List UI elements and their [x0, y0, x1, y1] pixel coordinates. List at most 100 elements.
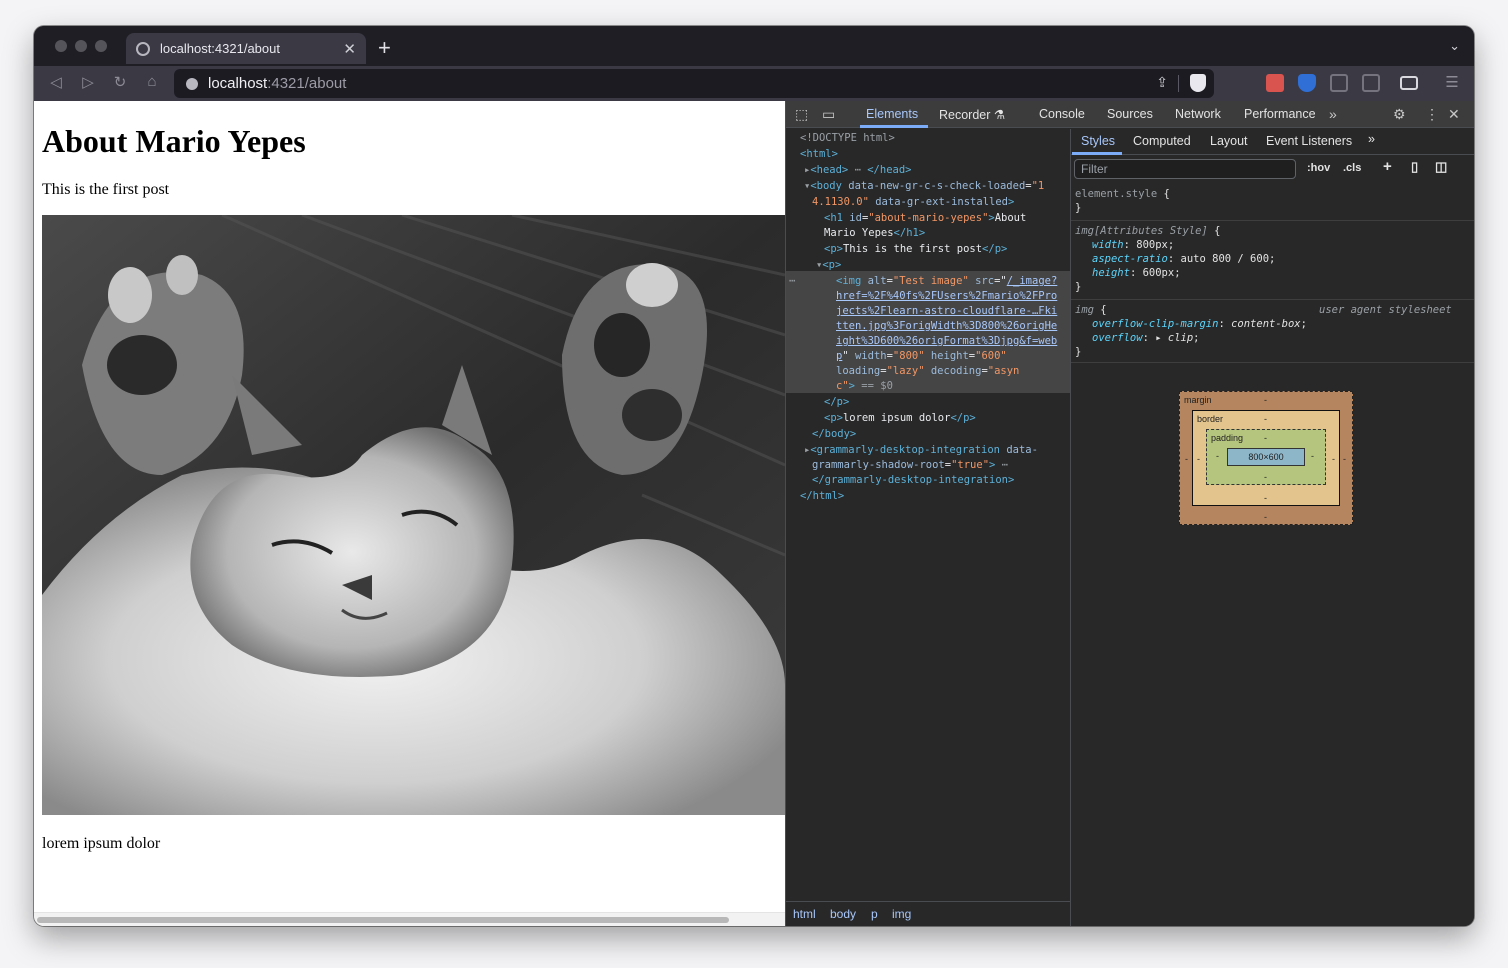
dom-doctype[interactable]: <!DOCTYPE html> — [800, 131, 895, 147]
tab-recorder[interactable]: Recorder ⚗ — [939, 107, 1005, 122]
prop-overflow-clip-margin[interactable]: overflow-clip-margin: content-box; — [1092, 317, 1307, 331]
box-model-border-label: border — [1197, 414, 1224, 424]
devtools-panel: ⬚ ▭ Elements Recorder ⚗ Console Sources … — [785, 101, 1474, 926]
dom-h1-cont: Mario Yepes</h1> — [824, 227, 926, 239]
breadcrumb-body[interactable]: body — [830, 907, 856, 921]
browser-window: localhost:4321/about ✕ + ⌄ ◁ ▷ ↻ ⌂ local… — [34, 26, 1474, 926]
class-toggle[interactable]: .cls — [1343, 162, 1361, 174]
tab-list-chevron-icon[interactable]: ⌄ — [1449, 38, 1460, 54]
prop-aspect-ratio[interactable]: aspect-ratio: auto 800 / 600; — [1092, 252, 1275, 266]
dom-body-close[interactable]: </body> — [812, 427, 856, 443]
prop-overflow[interactable]: overflow: ▸ clip; — [1092, 331, 1200, 345]
styles-tab-bar: Styles Computed Layout Event Listeners » — [1071, 129, 1474, 155]
box-model-content[interactable]: 800×600 — [1227, 448, 1305, 466]
settings-gear-icon[interactable]: ⚙ — [1393, 106, 1406, 123]
url-host: localhost — [208, 75, 268, 92]
styles-tab-indicator — [1072, 152, 1122, 155]
rule-element-style: element.style { } — [1071, 185, 1474, 221]
tab-performance[interactable]: Performance — [1244, 107, 1316, 121]
rule-user-agent-img: img { user agent stylesheet overflow-cli… — [1071, 301, 1474, 363]
browser-tab[interactable]: localhost:4321/about ✕ — [126, 33, 366, 64]
dom-img-src-2[interactable]: href=%2F%40fs%2FUsers%2Fmario%2FPro — [836, 289, 1057, 305]
brave-shields-icon[interactable] — [1190, 74, 1206, 92]
window-minimize-button[interactable] — [75, 40, 87, 52]
dom-head[interactable]: ▸<head> ⋯ </head> — [804, 163, 912, 179]
dom-p-image[interactable]: ▾<p> — [816, 258, 841, 274]
forward-icon[interactable]: ▷ — [78, 73, 98, 91]
dom-img-src-5[interactable]: ight%3D600%26origFormat%3Djpg&f=web — [836, 334, 1057, 350]
todoist-extension-icon[interactable] — [1266, 74, 1284, 92]
dom-grammarly-close: </grammarly-desktop-integration> — [812, 474, 1015, 486]
more-styles-tabs-icon[interactable]: » — [1368, 132, 1375, 146]
dom-p-lorem[interactable]: <p>lorem ipsum dolor</p> — [824, 411, 976, 427]
address-bar[interactable]: localhost:4321/about ⇪ — [174, 69, 1214, 98]
dom-html[interactable]: <html> — [800, 147, 838, 163]
dom-img-attrs: loading="lazy" decoding="asyn — [836, 365, 1020, 377]
toggle-sidebar-icon[interactable]: ◫ — [1435, 159, 1447, 175]
tab-styles[interactable]: Styles — [1081, 134, 1115, 148]
tab-computed[interactable]: Computed — [1133, 134, 1191, 148]
extensions-puzzle-icon[interactable] — [1330, 74, 1348, 92]
bitwarden-extension-icon[interactable] — [1298, 74, 1316, 92]
box-model-border: border - - - - padding - - - - 800×600 — [1192, 410, 1340, 506]
new-tab-button[interactable]: + — [378, 35, 391, 61]
dom-grammarly[interactable]: ▸<grammarly-desktop-integration data- — [804, 443, 1038, 459]
prop-width[interactable]: width: 800px; — [1092, 238, 1174, 252]
site-info-icon[interactable] — [186, 77, 198, 90]
tab-elements[interactable]: Elements — [866, 107, 918, 121]
prop-height[interactable]: height: 600px; — [1092, 266, 1181, 280]
close-tab-icon[interactable]: ✕ — [343, 40, 356, 58]
breadcrumb-img[interactable]: img — [892, 907, 911, 921]
tab-sources[interactable]: Sources — [1107, 107, 1153, 121]
paint-brush-icon[interactable]: ▯ — [1411, 159, 1418, 175]
dom-img[interactable]: <img alt="Test image" src="/_image? — [836, 274, 1057, 290]
dom-p-close[interactable]: </p> — [824, 395, 849, 411]
horizontal-scrollbar[interactable] — [34, 912, 785, 926]
url-path: :4321/about — [267, 75, 347, 92]
sidebar-toggle-icon[interactable] — [1362, 74, 1380, 92]
active-tab-indicator — [860, 125, 928, 128]
dom-ellipsis-icon[interactable]: ⋯ — [789, 274, 795, 290]
dom-html-close[interactable]: </html> — [800, 489, 844, 505]
kebab-menu-icon[interactable]: ⋮ — [1425, 106, 1439, 123]
user-agent-stylesheet-label: user agent stylesheet — [1319, 304, 1452, 316]
new-style-rule-icon[interactable]: + — [1383, 158, 1392, 175]
tab-layout[interactable]: Layout — [1210, 134, 1248, 148]
tab-title: localhost:4321/about — [160, 41, 280, 56]
kitten-image — [42, 215, 785, 815]
first-paragraph: This is the first post — [42, 181, 170, 198]
dom-img-src-3[interactable]: jects%2Flearn-astro-cloudflare-…Fki — [836, 304, 1057, 320]
dom-img-src-6: p" width="800" height="600" — [836, 350, 1007, 362]
inspect-element-icon[interactable]: ⬚ — [795, 106, 808, 123]
main-menu-icon[interactable]: ☰ — [1442, 73, 1462, 91]
rule-attributes-style: img[Attributes Style] { width: 800px; as… — [1071, 222, 1474, 300]
dom-img-src-4[interactable]: tten.jpg%3ForigWidth%3D800%26origHe — [836, 319, 1057, 335]
hover-state-toggle[interactable]: :hov — [1307, 162, 1330, 174]
tab-network[interactable]: Network — [1175, 107, 1221, 121]
dom-p-first[interactable]: <p>This is the first post</p> — [824, 242, 1007, 258]
window-close-button[interactable] — [55, 40, 67, 52]
breadcrumb-html[interactable]: html — [793, 907, 816, 921]
tab-console[interactable]: Console — [1039, 107, 1085, 121]
devtools-tab-bar: ⬚ ▭ Elements Recorder ⚗ Console Sources … — [786, 101, 1474, 128]
tab-strip: localhost:4321/about ✕ + ⌄ — [34, 26, 1474, 66]
scrollbar-thumb[interactable] — [37, 917, 729, 923]
more-tabs-icon[interactable]: » — [1329, 106, 1337, 122]
window-zoom-button[interactable] — [95, 40, 107, 52]
styles-filter-input[interactable]: Filter — [1074, 159, 1296, 179]
breadcrumb: html body p img — [786, 901, 1070, 926]
wallet-icon[interactable] — [1400, 76, 1418, 90]
share-icon[interactable]: ⇪ — [1156, 74, 1168, 91]
urlbar-divider — [1178, 75, 1179, 92]
reload-icon[interactable]: ↻ — [110, 73, 130, 91]
home-icon[interactable]: ⌂ — [142, 73, 162, 90]
breadcrumb-p[interactable]: p — [871, 907, 878, 921]
tab-event-listeners[interactable]: Event Listeners — [1266, 134, 1352, 148]
dom-h1[interactable]: <h1 id="about-mario-yepes">About — [824, 211, 1026, 227]
back-icon[interactable]: ◁ — [46, 73, 66, 91]
device-toolbar-icon[interactable]: ▭ — [822, 106, 835, 123]
elements-tree: <!DOCTYPE html> <html> ▸<head> ⋯ </head>… — [786, 129, 1070, 899]
close-devtools-icon[interactable]: ✕ — [1448, 106, 1460, 123]
styles-pane: Styles Computed Layout Event Listeners »… — [1070, 129, 1474, 926]
dom-body[interactable]: ▾<body data-new-gr-c-s-check-loaded="1 — [804, 179, 1044, 195]
